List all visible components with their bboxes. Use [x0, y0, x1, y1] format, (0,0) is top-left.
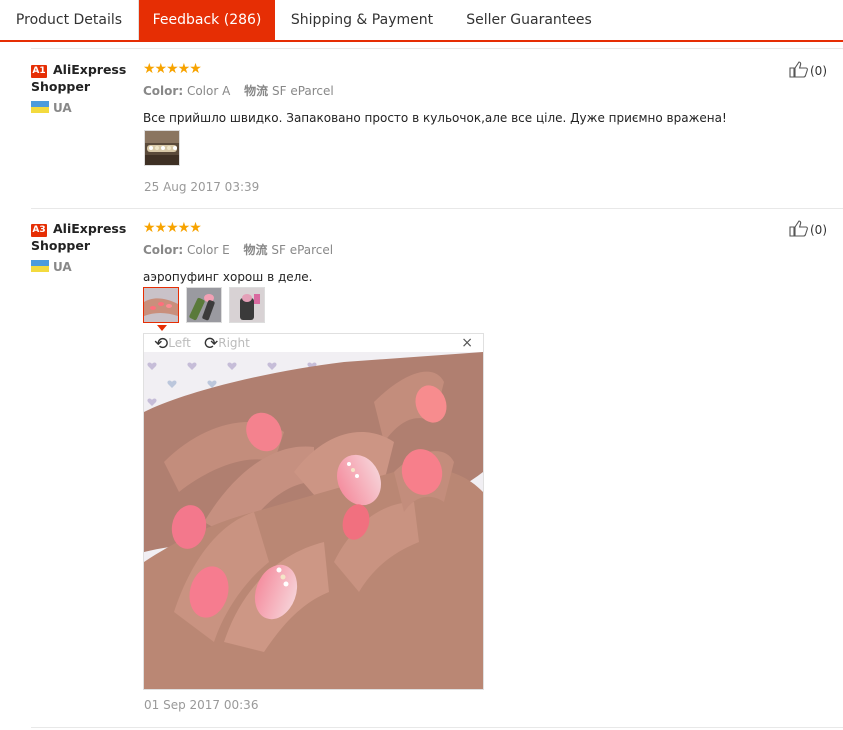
image-viewer: ⟲Left ⟳Right ×: [143, 333, 484, 690]
order-info: Color: Color E 物流 SF eParcel: [143, 241, 763, 258]
review-item: A1 AliExpress Shopper UA ★★★★★ Color: Col…: [0, 61, 843, 201]
rotate-left-label: Left: [168, 336, 191, 350]
shipping-label: 物流: [243, 243, 268, 257]
review-date: 01 Sep 2017 00:36: [144, 698, 259, 712]
buyer-name-line1: AliExpress: [53, 62, 127, 77]
review-text: аэропуфинг хорош в деле.: [143, 270, 313, 284]
buyer-info: A3 AliExpress Shopper UA: [31, 220, 139, 274]
helpful-button[interactable]: (0): [789, 220, 827, 237]
ukraine-flag-icon: [31, 260, 49, 272]
color-value: Color E: [186, 243, 230, 257]
tab-shipping-payment[interactable]: Shipping & Payment: [276, 0, 448, 40]
color-value: Color A: [186, 84, 231, 98]
color-label: Color:: [143, 84, 184, 98]
review-photo-large[interactable]: [144, 352, 483, 689]
tab-seller-guarantees[interactable]: Seller Guarantees: [449, 0, 609, 40]
rotate-right-icon: ⟳: [204, 334, 219, 354]
helpful-count: (0): [810, 223, 827, 237]
tab-feedback[interactable]: Feedback (286): [139, 0, 275, 40]
thumbs-up-icon: [789, 220, 808, 237]
rotate-left-icon: ⟲: [154, 334, 169, 354]
close-icon[interactable]: ×: [461, 335, 473, 351]
tab-product-details[interactable]: Product Details: [0, 0, 139, 40]
buyer-name-line1: AliExpress: [53, 221, 127, 236]
shipping-label: 物流: [244, 84, 269, 98]
buyer-name-line2: Shopper: [31, 238, 91, 253]
shipping-value: SF eParcel: [271, 243, 334, 257]
viewer-toolbar: ⟲Left ⟳Right ×: [144, 334, 483, 354]
review-photo-thumbnail[interactable]: [186, 287, 222, 323]
ukraine-flag-icon: [31, 101, 49, 113]
shipping-value: SF eParcel: [271, 84, 334, 98]
helpful-count: (0): [810, 64, 827, 78]
country-code: UA: [53, 101, 72, 115]
review-photo-thumbnail[interactable]: [229, 287, 265, 323]
star-rating: ★★★★★: [143, 220, 202, 236]
selected-thumbnail-pointer: [157, 325, 167, 331]
review-date: 25 Aug 2017 03:39: [144, 180, 260, 194]
review-photo-thumbnail-selected[interactable]: [143, 287, 179, 323]
buyer-info: A1 AliExpress Shopper UA: [31, 61, 139, 115]
country-code: UA: [53, 260, 72, 274]
tab-bar: Product Details Feedback (286) Shipping …: [0, 0, 843, 42]
divider: [31, 208, 843, 209]
divider: [31, 727, 843, 728]
review-text: Все прийшло швидко. Запаковано просто в …: [143, 111, 727, 125]
order-info: Color: Color A 物流 SF eParcel: [143, 82, 763, 99]
buyer-country: UA: [31, 101, 139, 115]
buyer-level-badge: A1: [31, 65, 47, 78]
buyer-name-line2: Shopper: [31, 79, 91, 94]
buyer-name: A1 AliExpress Shopper: [31, 61, 139, 95]
buyer-country: UA: [31, 260, 139, 274]
review-content: ★★★★★ Color: Color A 物流 SF eParcel Все п…: [143, 61, 763, 194]
rotate-left-button[interactable]: ⟲Left: [154, 334, 191, 354]
buyer-level-badge: A3: [31, 224, 47, 237]
star-rating: ★★★★★: [143, 61, 202, 77]
divider: [31, 48, 843, 49]
color-label: Color:: [143, 243, 184, 257]
rotate-right-label: Right: [218, 336, 250, 350]
helpful-button[interactable]: (0): [789, 61, 827, 78]
review-photo-thumbnail[interactable]: [144, 130, 180, 166]
review-content: ★★★★★ Color: Color E 物流 SF eParcel аэроп…: [143, 220, 763, 323]
buyer-name: A3 AliExpress Shopper: [31, 220, 139, 254]
rotate-right-button[interactable]: ⟳Right: [204, 334, 250, 354]
thumbs-up-icon: [789, 61, 808, 78]
